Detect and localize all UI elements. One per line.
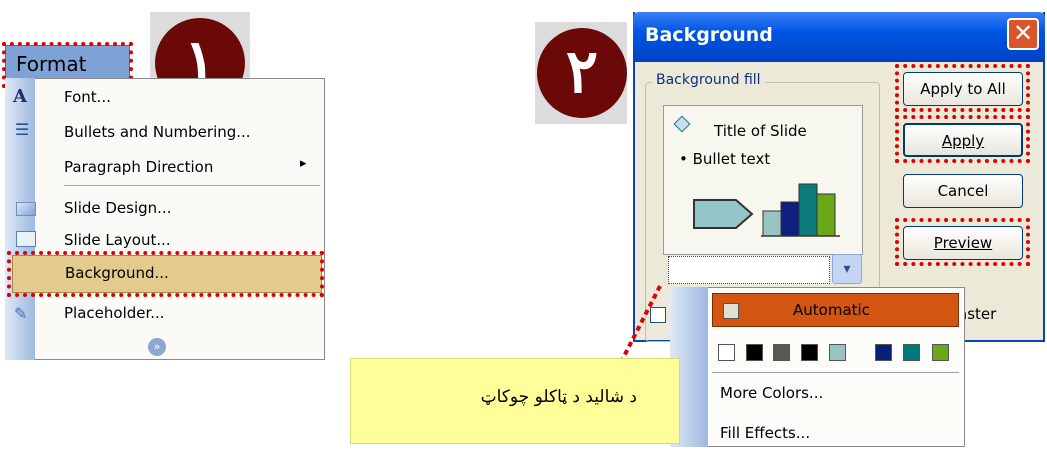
placeholder-icon: ✎ — [14, 304, 28, 323]
fill-effects-option[interactable]: Fill Effects... — [720, 424, 810, 442]
color-swatch[interactable] — [718, 344, 735, 361]
menu-item-placeholder[interactable]: Placeholder... — [36, 298, 322, 328]
apply-to-all-highlight — [895, 64, 1030, 112]
preview-bullet-text: • Bullet text — [679, 150, 771, 168]
slide-layout-icon — [16, 231, 36, 247]
preview-arrow-shape — [693, 199, 754, 229]
background-fill-label: Background fill — [652, 72, 765, 88]
color-swatch[interactable] — [829, 344, 846, 361]
chevron-down-icon[interactable]: ▾ — [832, 254, 862, 284]
menu-item-slide-design[interactable]: Slide Design... — [36, 193, 322, 223]
chevron-double-down-icon[interactable]: » — [148, 338, 166, 356]
color-swatch[interactable] — [903, 344, 920, 361]
menu-separator — [64, 185, 320, 186]
bullets-menu-label: Bullets and Numbering... — [64, 123, 251, 141]
slide-preview: Title of Slide • Bullet text — [663, 105, 863, 255]
diamond-bullet-icon — [673, 115, 691, 133]
preview-chart-shape — [761, 183, 840, 237]
color-swatch[interactable] — [932, 344, 949, 361]
paragraph-direction-label: Paragraph Direction — [64, 158, 214, 176]
preview-title-text: Title of Slide — [714, 122, 807, 140]
automatic-label: Automatic — [793, 301, 870, 319]
dialog-title: Background — [645, 24, 773, 46]
more-colors-option[interactable]: More Colors... — [720, 384, 823, 402]
color-swatch[interactable] — [746, 344, 763, 361]
dropdown-separator — [712, 372, 959, 373]
slide-design-label: Slide Design... — [64, 199, 172, 217]
font-icon: A — [13, 86, 27, 107]
automatic-color-option[interactable]: Automatic — [712, 293, 959, 327]
cancel-button[interactable]: Cancel — [903, 174, 1023, 208]
step-2-badge: ٢ — [537, 28, 627, 118]
close-icon[interactable]: ✕ — [1007, 18, 1039, 50]
preview-highlight — [895, 218, 1030, 266]
menu-item-font[interactable]: Font... — [36, 82, 322, 112]
annotation-text: د شالید د ټاکلو چوکاټ — [480, 387, 637, 407]
color-swatch[interactable] — [801, 344, 818, 361]
color-swatch[interactable] — [773, 344, 790, 361]
slide-layout-label: Slide Layout... — [64, 231, 171, 249]
step-2-badge-bg: ٢ — [535, 22, 627, 124]
background-item-highlight — [7, 251, 324, 297]
submenu-arrow-icon: ▸ — [300, 156, 307, 171]
dialog-titlebar[interactable]: Background — [633, 12, 1045, 62]
menu-item-bullets[interactable]: Bullets and Numbering... — [36, 117, 322, 147]
color-swatch[interactable] — [875, 344, 892, 361]
placeholder-menu-label: Placeholder... — [64, 304, 165, 322]
menu-item-paragraph-direction[interactable]: Paragraph Direction — [36, 152, 322, 182]
bullets-icon: ☰ — [14, 120, 30, 139]
annotation-note: د شالید د ټاکلو چوکاټ — [350, 358, 680, 444]
cancel-label: Cancel — [937, 182, 989, 200]
automatic-swatch — [723, 303, 739, 319]
font-menu-label: Font... — [64, 88, 111, 106]
slide-design-icon — [16, 202, 36, 216]
fill-color-combo[interactable] — [668, 256, 830, 284]
apply-highlight — [895, 115, 1030, 163]
